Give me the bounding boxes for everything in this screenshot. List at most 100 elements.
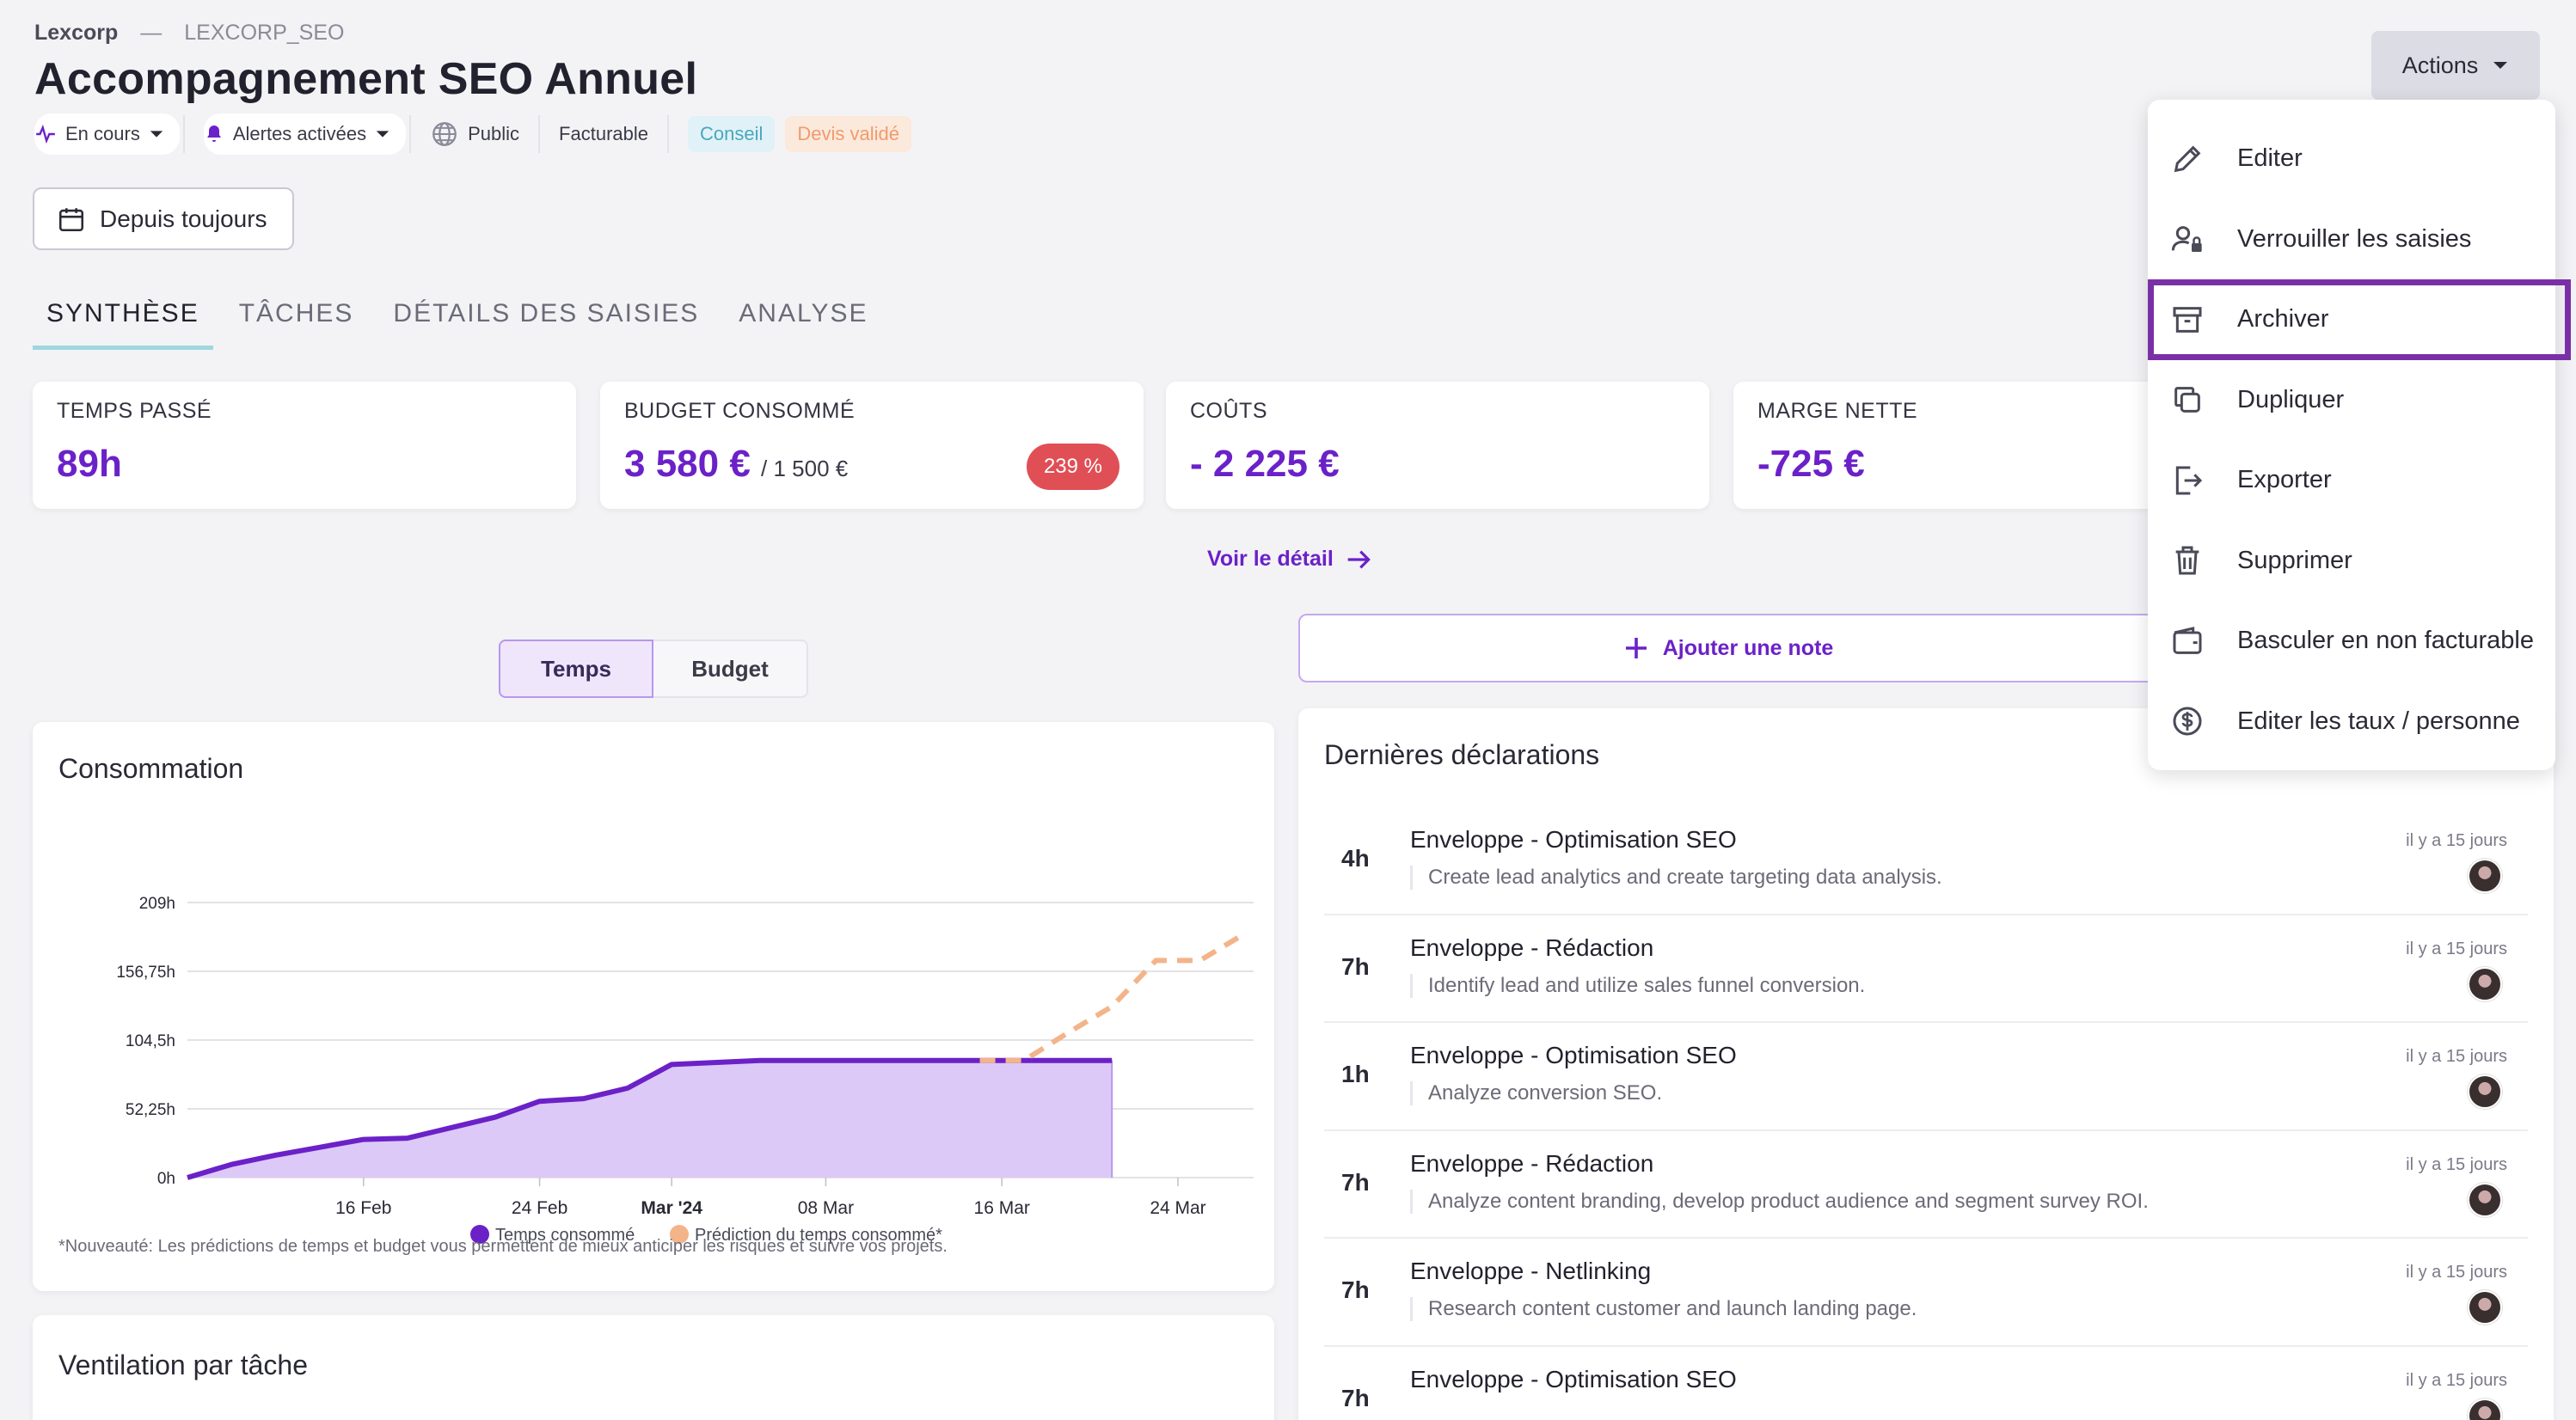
declaration-row[interactable]: 4h Enveloppe - Optimisation SEO Create l… — [1324, 807, 2528, 915]
kpi-value-budget: / 1 500 € — [761, 456, 849, 481]
declaration-body: Enveloppe - Rédaction Identify lead and … — [1410, 915, 2528, 1022]
kpi-value-main: 3 580 € — [624, 443, 751, 485]
divider — [667, 115, 669, 153]
menu-item-label: Exporter — [2237, 466, 2332, 494]
bell-icon — [206, 125, 221, 142]
toggle-budget[interactable]: Budget — [653, 640, 808, 698]
declaration-row[interactable]: 7h Enveloppe - Netlinking Research conte… — [1324, 1239, 2528, 1347]
menu-item-dupliquer[interactable]: Dupliquer — [2148, 360, 2555, 441]
x-tick-label: 08 Mar — [798, 1198, 854, 1218]
declarations-list: 4h Enveloppe - Optimisation SEO Create l… — [1324, 807, 2528, 1420]
kpi-label: TEMPS PASSÉ — [57, 399, 212, 423]
date-filter-label: Depuis toujours — [100, 205, 267, 232]
menu-item-exporter[interactable]: Exporter — [2148, 440, 2555, 521]
declaration-time: il y a 15 jours — [2406, 1263, 2507, 1282]
declaration-task: Enveloppe - Optimisation SEO — [1410, 1365, 1737, 1392]
y-tick-label: 209h — [139, 895, 175, 913]
actions-label: Actions — [2401, 52, 2479, 78]
declaration-body: Enveloppe - Optimisation SEO Create lead… — [1410, 807, 2528, 914]
declaration-time: il y a 15 jours — [2406, 939, 2507, 958]
budget-percent-badge: 239 % — [1026, 444, 1119, 490]
declaration-hours: 7h — [1341, 952, 1370, 980]
chevron-down-icon — [376, 131, 389, 138]
series-line-prediction — [979, 932, 1246, 1063]
kpi-temps-passe: TEMPS PASSÉ 89h — [33, 382, 576, 509]
archive-icon — [2173, 306, 2202, 333]
alerts-label: Alertes activées — [232, 123, 367, 144]
alerts-dropdown[interactable]: Alertes activées — [203, 113, 407, 155]
date-filter-button[interactable]: Depuis toujours — [33, 187, 294, 250]
menu-item-label: Dupliquer — [2237, 385, 2345, 413]
kpi-label: COÛTS — [1190, 399, 1267, 423]
menu-item-label: Basculer en non facturable — [2237, 627, 2534, 655]
declaration-row[interactable]: 7h Enveloppe - Rédaction Identify lead a… — [1324, 915, 2528, 1023]
kpi-label: BUDGET CONSOMMÉ — [624, 399, 856, 423]
declarations-card: Dernières déclarations 4h Enveloppe - Op… — [1298, 708, 2554, 1420]
tag-conseil: Conseil — [688, 116, 776, 152]
declaration-task: Enveloppe - Rédaction — [1410, 933, 1654, 961]
avatar[interactable] — [2468, 859, 2502, 893]
tab-taches[interactable]: TÂCHES — [225, 291, 368, 350]
declaration-hours: 7h — [1341, 1168, 1370, 1196]
menu-item-label: Supprimer — [2237, 546, 2352, 574]
kpi-couts: COÛTS - 2 225 € — [1166, 382, 1709, 509]
calendar-icon — [58, 207, 84, 231]
x-tick-label: Mar '24 — [641, 1198, 702, 1218]
user-lock-icon — [2171, 226, 2202, 253]
menu-item-label: Editer les taux / personne — [2237, 707, 2520, 735]
menu-item-editer[interactable]: Editer — [2148, 119, 2555, 199]
wallet-icon — [2173, 626, 2202, 654]
menu-item-verrouiller-les-saisies[interactable]: Verrouiller les saisies — [2148, 199, 2555, 280]
plus-icon — [1625, 638, 1647, 658]
toggle-temps[interactable]: Temps — [499, 640, 653, 698]
divider — [538, 115, 541, 153]
tab-synthese[interactable]: SYNTHÈSE — [33, 291, 213, 350]
actions-menu: Editer Verrouiller les saisies Archiver … — [2148, 100, 2571, 770]
x-tick-label: 24 Feb — [512, 1198, 567, 1218]
visibility-indicator[interactable]: Public — [430, 113, 535, 155]
actions-button[interactable]: Actions — [2371, 31, 2540, 100]
breadcrumb-org[interactable]: Lexcorp — [34, 21, 118, 46]
status-dropdown[interactable]: En cours — [34, 113, 180, 155]
duplicate-icon — [2174, 387, 2200, 413]
avatar[interactable] — [2468, 1290, 2502, 1325]
pencil-icon — [2174, 145, 2201, 172]
avatar[interactable] — [2468, 966, 2502, 1001]
avatar[interactable] — [2468, 1074, 2502, 1109]
see-detail-label: Voir le détail — [1207, 547, 1334, 571]
menu-item-archiver[interactable]: Archiver — [2148, 279, 2571, 360]
declaration-row[interactable]: 1h Enveloppe - Optimisation SEO Analyze … — [1324, 1023, 2528, 1131]
menu-item-editer-les-taux-personne[interactable]: Editer les taux / personne — [2148, 682, 2555, 762]
menu-item-basculer-en-non-facturable[interactable]: Basculer en non facturable — [2148, 601, 2555, 682]
status-label: En cours — [65, 123, 140, 144]
declaration-row[interactable]: 7h Enveloppe - Optimisation SEO il y a 1… — [1324, 1347, 2528, 1420]
see-detail-link[interactable]: Voir le détail — [1207, 547, 1373, 572]
ventilation-title: Ventilation par tâche — [58, 1350, 308, 1380]
visibility-label: Public — [468, 123, 520, 144]
avatar[interactable] — [2468, 1182, 2502, 1217]
y-tick-label: 156,75h — [116, 964, 175, 982]
divider — [182, 115, 185, 153]
caret-down-icon — [2493, 62, 2508, 69]
tab-bar: SYNTHÈSE TÂCHES DÉTAILS DES SAISIES ANAL… — [33, 291, 893, 350]
kpi-value: 89h — [57, 443, 122, 485]
breadcrumb-project-code: LEXCORP_SEO — [184, 21, 345, 45]
x-tick-label: 16 Mar — [974, 1198, 1030, 1218]
declaration-hours: 7h — [1341, 1276, 1370, 1303]
project-meta-bar: En cours Alertes activées Public Factura… — [34, 113, 922, 155]
y-tick-label: 104,5h — [126, 1032, 175, 1050]
add-note-button[interactable]: Ajouter une note — [1298, 614, 2158, 682]
declaration-hours: 4h — [1341, 845, 1370, 872]
declaration-hours: 7h — [1341, 1384, 1370, 1411]
tab-analyse[interactable]: ANALYSE — [725, 291, 881, 350]
menu-item-label: Editer — [2237, 144, 2303, 173]
declaration-time: il y a 15 jours — [2406, 1154, 2507, 1174]
billing-indicator[interactable]: Facturable — [559, 113, 664, 155]
x-tick-label: 24 Mar — [1150, 1198, 1205, 1218]
tab-details-saisies[interactable]: DÉTAILS DES SAISIES — [379, 291, 713, 350]
menu-item-label: Verrouiller les saisies — [2237, 224, 2472, 253]
declaration-row[interactable]: 7h Enveloppe - Rédaction Analyze content… — [1324, 1131, 2528, 1239]
declaration-description: Create lead analytics and create targeti… — [1410, 866, 2528, 890]
menu-item-supprimer[interactable]: Supprimer — [2148, 521, 2555, 602]
divider — [409, 115, 412, 153]
